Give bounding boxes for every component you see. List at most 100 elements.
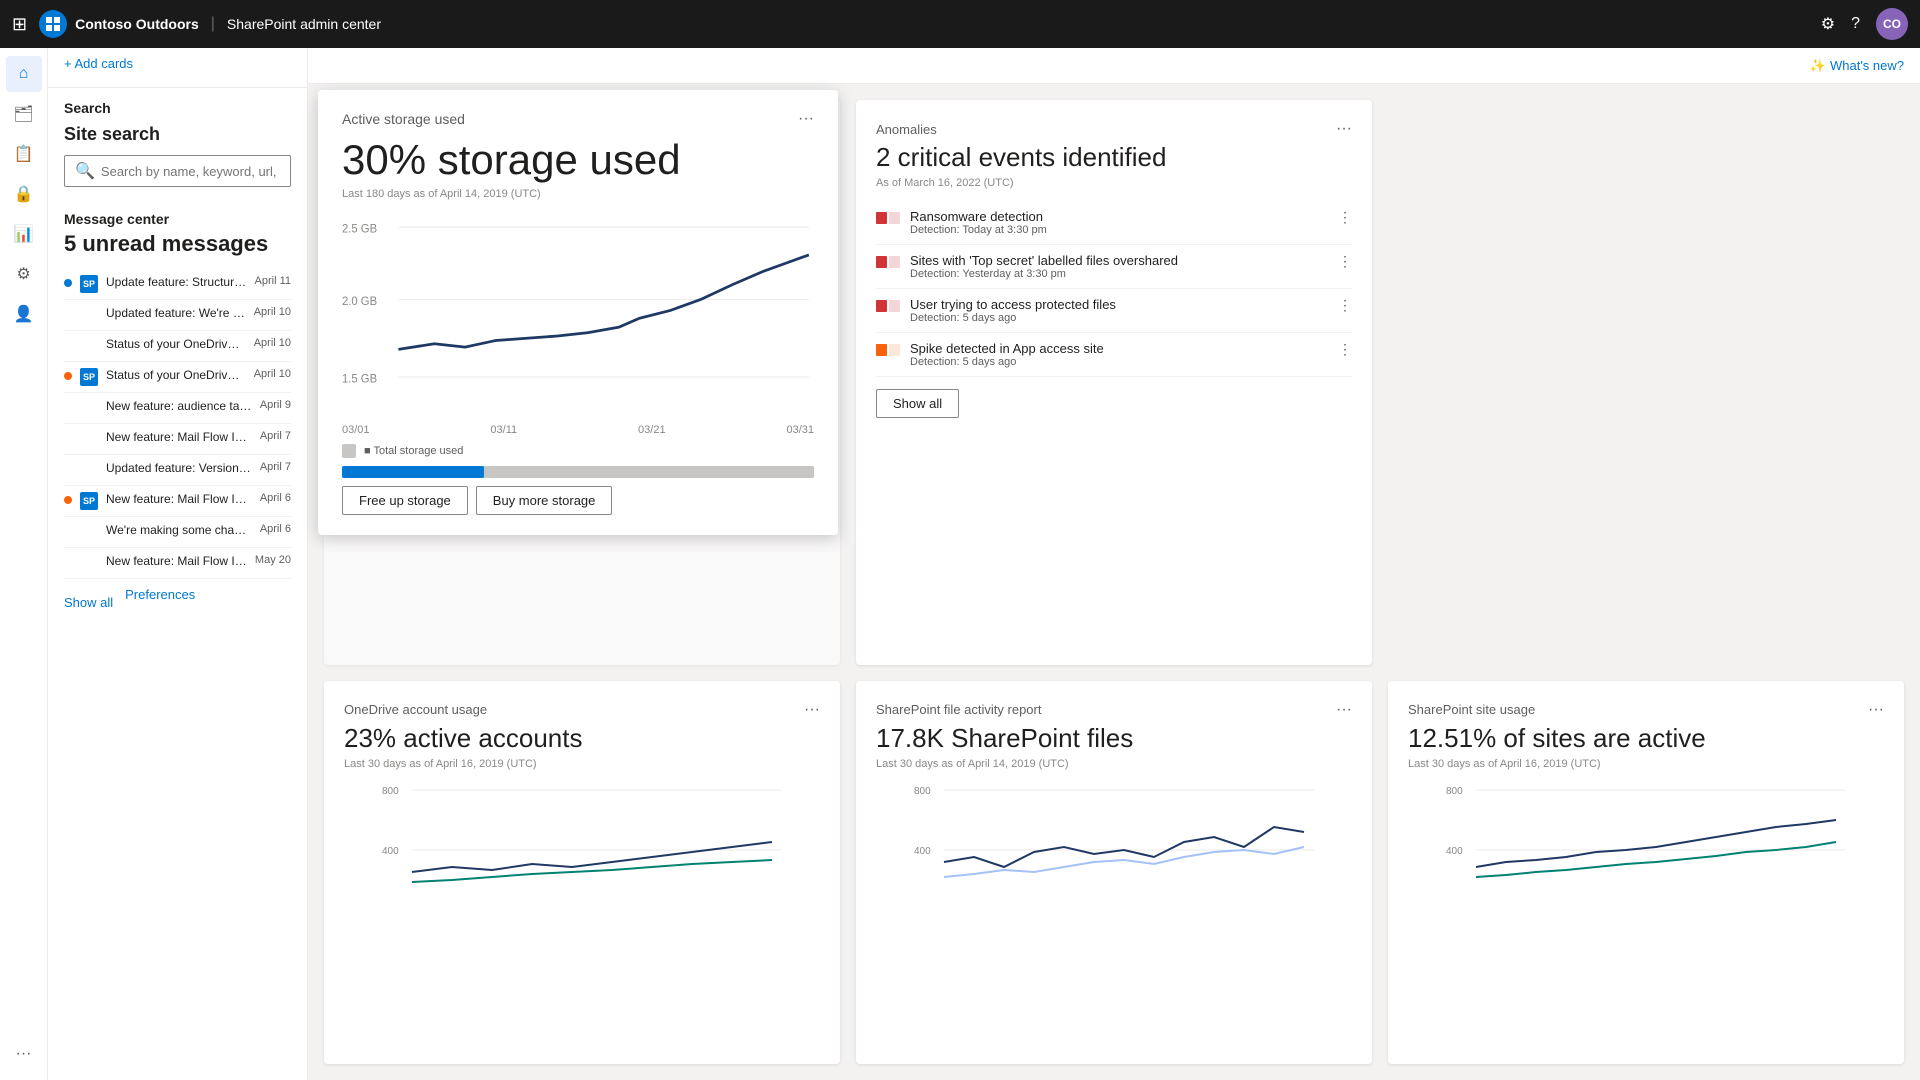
message-item[interactable]: We're making some changes to translation… xyxy=(64,517,291,548)
search-box[interactable]: 🔍 xyxy=(64,155,291,187)
onedrive-menu[interactable]: ··· xyxy=(804,701,820,719)
sp-activity-header: SharePoint file activity report ··· xyxy=(876,701,1352,719)
anomaly-title: User trying to access protected files xyxy=(910,297,1328,312)
sidebar-icon-reports[interactable]: 📊 xyxy=(6,216,42,252)
anomaly-detail: Detection: 5 days ago xyxy=(910,312,1328,324)
message-item[interactable]: Updated feature: Versioning settings in … xyxy=(64,455,291,486)
message-text: Status of your OneDrive and SharePoint O… xyxy=(106,368,246,382)
anomaly-severity-icon xyxy=(876,344,900,356)
icon-placeholder xyxy=(80,399,98,417)
sparkle-icon: ✨ xyxy=(1810,58,1826,74)
show-all-messages-link[interactable]: Show all xyxy=(64,595,113,610)
search-input[interactable] xyxy=(101,164,280,179)
overlay-storage-fill xyxy=(342,466,484,478)
sp-icon: SP xyxy=(80,275,98,293)
sp-activity-count: 17.8K SharePoint files xyxy=(876,723,1352,754)
sidebar-icon-policies[interactable]: 📋 xyxy=(6,136,42,172)
spacer xyxy=(1388,100,1904,665)
anomaly-menu-icon[interactable]: ⋮ xyxy=(1338,209,1352,226)
anomaly-bar-low xyxy=(889,212,900,224)
top-nav: ⊞ Contoso Outdoors | SharePoint admin ce… xyxy=(0,0,1920,48)
anomalies-show-all-button[interactable]: Show all xyxy=(876,389,959,418)
message-badge-empty xyxy=(64,310,72,318)
icon-placeholder xyxy=(80,554,98,572)
svg-text:2.0 GB: 2.0 GB xyxy=(342,294,377,308)
anomaly-menu-icon[interactable]: ⋮ xyxy=(1338,253,1352,270)
messages-list: SP Update feature: Structural navigation… xyxy=(64,269,291,579)
anomaly-severity-icon xyxy=(876,212,900,224)
sidebar-icon-users[interactable]: 👤 xyxy=(6,296,42,332)
message-item[interactable]: Status of your OneDrive and SharePoint O… xyxy=(64,331,291,362)
sp-activity-menu[interactable]: ··· xyxy=(1336,701,1352,719)
grid-icon[interactable]: ⊞ xyxy=(12,14,27,35)
svg-text:400: 400 xyxy=(382,846,399,857)
user-avatar[interactable]: CO xyxy=(1876,8,1908,40)
anomaly-severity-icon xyxy=(876,256,900,268)
org-bar: Contoso organization ✨ What's new? xyxy=(48,48,1920,84)
sp-activity-subtitle: Last 30 days as of April 14, 2019 (UTC) xyxy=(876,758,1352,770)
anomalies-date: As of March 16, 2022 (UTC) xyxy=(876,177,1352,189)
anomaly-text: User trying to access protected files De… xyxy=(910,297,1328,324)
message-badge-empty xyxy=(64,341,72,349)
anomaly-item: Sites with 'Top secret' labelled files o… xyxy=(876,245,1352,289)
free-up-storage-button[interactable]: Free up storage xyxy=(342,486,468,515)
anomaly-bar-high xyxy=(876,256,887,268)
sidebar-icon-more[interactable]: ··· xyxy=(6,1036,42,1072)
app-logo: Contoso Outdoors | SharePoint admin cent… xyxy=(39,10,381,38)
buy-more-storage-button[interactable]: Buy more storage xyxy=(476,486,613,515)
svg-text:400: 400 xyxy=(1446,846,1463,857)
anomalies-menu[interactable]: ··· xyxy=(1336,120,1352,138)
overlay-header: Active storage used ··· xyxy=(342,110,814,128)
message-badge-empty xyxy=(64,434,72,442)
anomalies-count: 2 critical events identified xyxy=(876,142,1352,173)
top-nav-right: ⚙ ? CO xyxy=(1821,8,1908,40)
overlay-big-stat: 30% storage used xyxy=(342,136,814,184)
onedrive-usage-card: OneDrive account usage ··· 23% active ac… xyxy=(324,681,840,1065)
message-item[interactable]: New feature: audience targeting in Share… xyxy=(64,393,291,424)
message-text: We're making some changes to translation… xyxy=(106,523,252,537)
x-label-1: 03/11 xyxy=(490,424,517,436)
sp-activity-title: SharePoint file activity report xyxy=(876,702,1041,717)
app-title: SharePoint admin center xyxy=(227,16,381,32)
overlay-storage-bar xyxy=(342,466,814,478)
sp-usage-menu[interactable]: ··· xyxy=(1868,701,1884,719)
message-item[interactable]: New feature: Mail Flow Insights is comin… xyxy=(64,548,291,579)
sidebar-icon-access[interactable]: 🔒 xyxy=(6,176,42,212)
settings-icon[interactable]: ⚙ xyxy=(1821,14,1835,34)
sidebar-icon-sites[interactable]: 🗂 xyxy=(6,96,42,132)
message-item[interactable]: SP New feature: Mail Flow Insights is co… xyxy=(64,486,291,517)
sidebar-icon-settings[interactable]: ⚙ xyxy=(6,256,42,292)
sidebar-icon-home[interactable]: ⌂ xyxy=(6,56,42,92)
anomaly-menu-icon[interactable]: ⋮ xyxy=(1338,297,1352,314)
onedrive-subtitle: Last 30 days as of April 16, 2019 (UTC) xyxy=(344,758,820,770)
message-item[interactable]: SP Update feature: Structural navigation… xyxy=(64,269,291,300)
message-text: Status of your OneDrive and SharePoint O… xyxy=(106,337,246,351)
message-date: April 6 xyxy=(260,492,291,504)
anomaly-item: Ransomware detection Detection: Today at… xyxy=(876,201,1352,245)
message-text: New feature: Mail Flow Insights is comin… xyxy=(106,554,247,568)
message-item[interactable]: SP Status of your OneDrive and SharePoin… xyxy=(64,362,291,393)
icon-placeholder xyxy=(80,337,98,355)
message-item[interactable]: New feature: Mail Flow Insights is comin… xyxy=(64,424,291,455)
message-item[interactable]: Updated feature: We're changing your de.… xyxy=(64,300,291,331)
svg-text:800: 800 xyxy=(382,786,399,797)
anomaly-title: Ransomware detection xyxy=(910,209,1328,224)
preferences-link[interactable]: Preferences xyxy=(125,587,195,610)
anomaly-detail: Detection: Today at 3:30 pm xyxy=(910,224,1328,236)
help-icon[interactable]: ? xyxy=(1851,15,1860,33)
anomaly-menu-icon[interactable]: ⋮ xyxy=(1338,341,1352,358)
add-cards-button[interactable]: + Add cards xyxy=(48,48,307,79)
overlay-menu-icon[interactable]: ··· xyxy=(798,110,814,128)
anomaly-bar-low xyxy=(889,300,900,312)
whats-new-button[interactable]: ✨ What's new? xyxy=(1810,58,1904,74)
message-badge-empty xyxy=(64,558,72,566)
message-date: April 6 xyxy=(260,523,291,535)
legend-square-icon xyxy=(342,444,356,458)
sp-usage-title: SharePoint site usage xyxy=(1408,702,1535,717)
anomalies-card: Anomalies ··· 2 critical events identifi… xyxy=(856,100,1372,665)
message-text: New feature: Mail Flow Insights is comin… xyxy=(106,492,252,506)
x-label-0: 03/01 xyxy=(342,424,370,436)
org-name: Contoso Outdoors xyxy=(75,16,199,32)
overlay-legend: ■ Total storage used xyxy=(342,444,814,458)
sub-sidebar: + Add cards Search Site search 🔍 Message… xyxy=(48,48,308,1080)
